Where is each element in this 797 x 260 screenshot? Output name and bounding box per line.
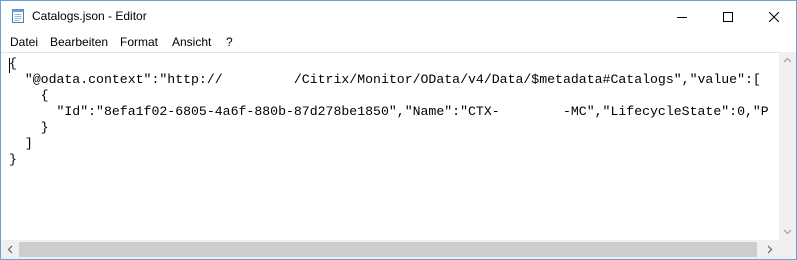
scroll-right-arrow-icon[interactable] bbox=[765, 245, 774, 254]
vertical-scrollbar[interactable] bbox=[779, 52, 796, 240]
menu-datei[interactable]: Datei bbox=[10, 35, 38, 49]
editor-line: "Id":"8efa1f02-6805-4a6f-880b-87d278be18… bbox=[9, 104, 769, 119]
editor-line: ] bbox=[9, 136, 33, 151]
minimize-icon bbox=[677, 16, 687, 18]
editor-line: } bbox=[9, 120, 49, 135]
close-icon bbox=[769, 11, 779, 22]
scroll-down-arrow-icon[interactable] bbox=[783, 227, 792, 236]
text-editor-area[interactable]: { "@odata.context":"http:// /Citrix/Moni… bbox=[1, 52, 779, 241]
editor-line: { bbox=[9, 56, 17, 71]
close-button[interactable] bbox=[751, 1, 797, 32]
scroll-left-arrow-icon[interactable] bbox=[6, 245, 15, 254]
horizontal-scroll-thumb[interactable] bbox=[19, 242, 757, 257]
menu-format[interactable]: Format bbox=[120, 35, 158, 49]
title-bar[interactable]: Catalogs.json - Editor bbox=[1, 1, 796, 32]
menu-bar: Datei Bearbeiten Format Ansicht ? bbox=[1, 32, 796, 52]
scroll-up-arrow-icon[interactable] bbox=[783, 56, 792, 65]
text-caret bbox=[9, 58, 10, 73]
maximize-button[interactable] bbox=[705, 1, 751, 32]
editor-content[interactable]: { "@odata.context":"http:// /Citrix/Moni… bbox=[9, 56, 769, 168]
editor-line: { bbox=[9, 88, 49, 103]
horizontal-scrollbar[interactable] bbox=[1, 240, 779, 259]
notepad-icon bbox=[12, 9, 24, 23]
menu-help[interactable]: ? bbox=[226, 35, 233, 49]
minimize-button[interactable] bbox=[659, 1, 705, 32]
menu-bearbeiten[interactable]: Bearbeiten bbox=[50, 35, 108, 49]
editor-window: Catalogs.json - Editor Datei Bearbeiten … bbox=[0, 0, 797, 260]
scrollbar-corner bbox=[779, 240, 796, 259]
menu-ansicht[interactable]: Ansicht bbox=[172, 35, 211, 49]
editor-line: } bbox=[9, 152, 17, 167]
maximize-icon bbox=[723, 11, 733, 22]
window-title: Catalogs.json - Editor bbox=[32, 9, 147, 23]
editor-line: "@odata.context":"http:// /Citrix/Monito… bbox=[9, 72, 761, 87]
